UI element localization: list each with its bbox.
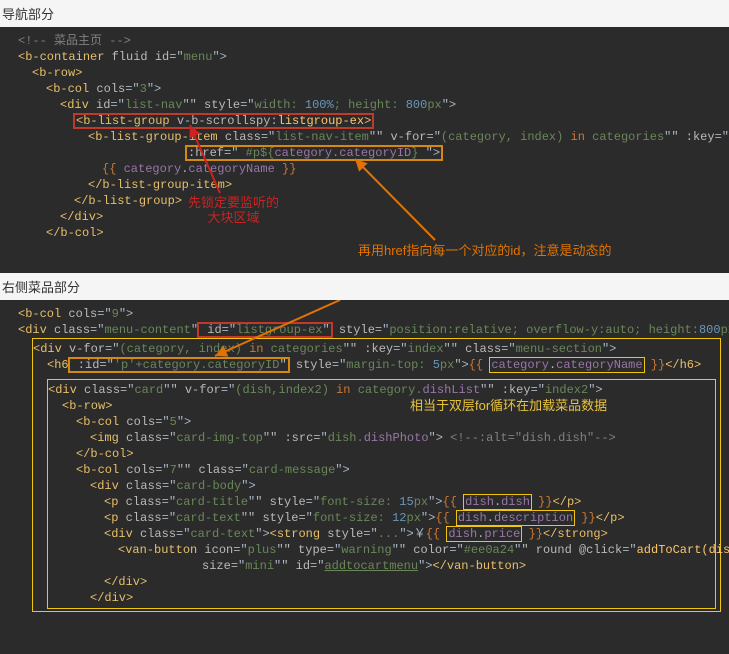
highlight-listgroup-scrollspy: <b-list-group v-b-scrollspy:listgroup-ex… (74, 114, 373, 128)
code-block-2: <b-col cols="9"> <div class="menu-conten… (0, 300, 729, 654)
annotation-orange: 再用href指向每一个对应的id，注意是动态的 (358, 243, 612, 259)
code-block-1: <!-- 菜品主页 --> <b-container fluid id="men… (0, 27, 729, 273)
annotation-yellow: 相当于双层for循环在加载菜品数据 (410, 398, 607, 414)
section-label-nav: 导航部分 (0, 0, 729, 27)
highlight-href-binding: :href=" #p${category.categoryID} "> (186, 146, 442, 160)
highlight-id-listgroup-ex: id="listgroup-ex" (198, 323, 332, 337)
yellow-outer-box: <div v-for="(category, index) in categor… (32, 338, 721, 612)
annotation-red: 先锁定要监听的 大块区域 (188, 195, 279, 225)
yellow-inner-box: <div class="card"" v-for="(dish,index2) … (47, 379, 716, 609)
section-label-right: 右侧菜品部分 (0, 273, 729, 300)
highlight-id-category: :id="'p'+category.categoryID" (69, 358, 289, 372)
